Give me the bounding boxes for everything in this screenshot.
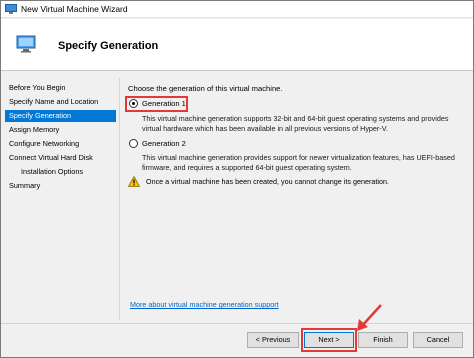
cancel-button[interactable]: Cancel: [413, 332, 463, 348]
warning-message: Once a virtual machine has been created,…: [128, 176, 389, 187]
virtual-machine-icon: [16, 35, 36, 53]
window-title: New Virtual Machine Wizard: [21, 4, 128, 14]
sidebar-item-assign-memory[interactable]: Assign Memory: [5, 124, 116, 136]
generation-2-description-line: This virtual machine generation provides…: [142, 153, 455, 162]
generation-1-option[interactable]: Generation 1: [129, 99, 186, 108]
sidebar-item-specify-name-location[interactable]: Specify Name and Location: [5, 96, 116, 108]
sidebar-item-connect-virtual-hard-disk[interactable]: Connect Virtual Hard Disk: [5, 152, 116, 164]
sidebar-item-installation-options[interactable]: Installation Options: [5, 166, 116, 178]
generation-1-description: This virtual machine generation supports…: [142, 114, 448, 133]
more-about-generations-link[interactable]: More about virtual machine generation su…: [130, 300, 279, 309]
page-header: Specify Generation: [1, 19, 473, 71]
main-content: Choose the generation of this virtual ma…: [122, 78, 467, 320]
generation-2-option[interactable]: Generation 2: [129, 139, 186, 148]
generation-2-description: This virtual machine generation provides…: [142, 153, 455, 172]
sidebar-item-summary[interactable]: Summary: [5, 180, 116, 192]
warning-text: Once a virtual machine has been created,…: [146, 177, 389, 186]
generation-2-description-line: firmware, and requires a supported 64-bi…: [142, 162, 352, 172]
generation-1-label[interactable]: Generation 1: [142, 99, 186, 108]
generation-2-radio[interactable]: [129, 139, 138, 148]
generation-2-label[interactable]: Generation 2: [142, 139, 186, 148]
generation-1-description-line: virtual hardware which has been availabl…: [142, 123, 388, 133]
hyper-v-app-icon: [5, 4, 17, 14]
generation-1-description-line: This virtual machine generation supports…: [142, 114, 449, 123]
finish-button[interactable]: Finish: [358, 332, 408, 348]
intro-text: Choose the generation of this virtual ma…: [128, 84, 283, 93]
wizard-steps-nav: Before You Begin Specify Name and Locati…: [5, 78, 116, 320]
previous-button[interactable]: < Previous: [247, 332, 299, 348]
title-bar: New Virtual Machine Wizard: [1, 1, 473, 18]
footer-divider: [1, 323, 473, 324]
warning-icon: [128, 176, 140, 187]
sidebar-item-before-you-begin[interactable]: Before You Begin: [5, 82, 116, 94]
sidebar-item-specify-generation[interactable]: Specify Generation: [5, 110, 116, 122]
next-button[interactable]: Next >: [304, 332, 354, 348]
page-title: Specify Generation: [58, 40, 159, 52]
wizard-window: New Virtual Machine Wizard Specify Gener…: [0, 0, 474, 358]
sidebar-item-configure-networking[interactable]: Configure Networking: [5, 138, 116, 150]
sidebar-divider: [119, 78, 120, 320]
generation-1-radio[interactable]: [129, 99, 138, 108]
